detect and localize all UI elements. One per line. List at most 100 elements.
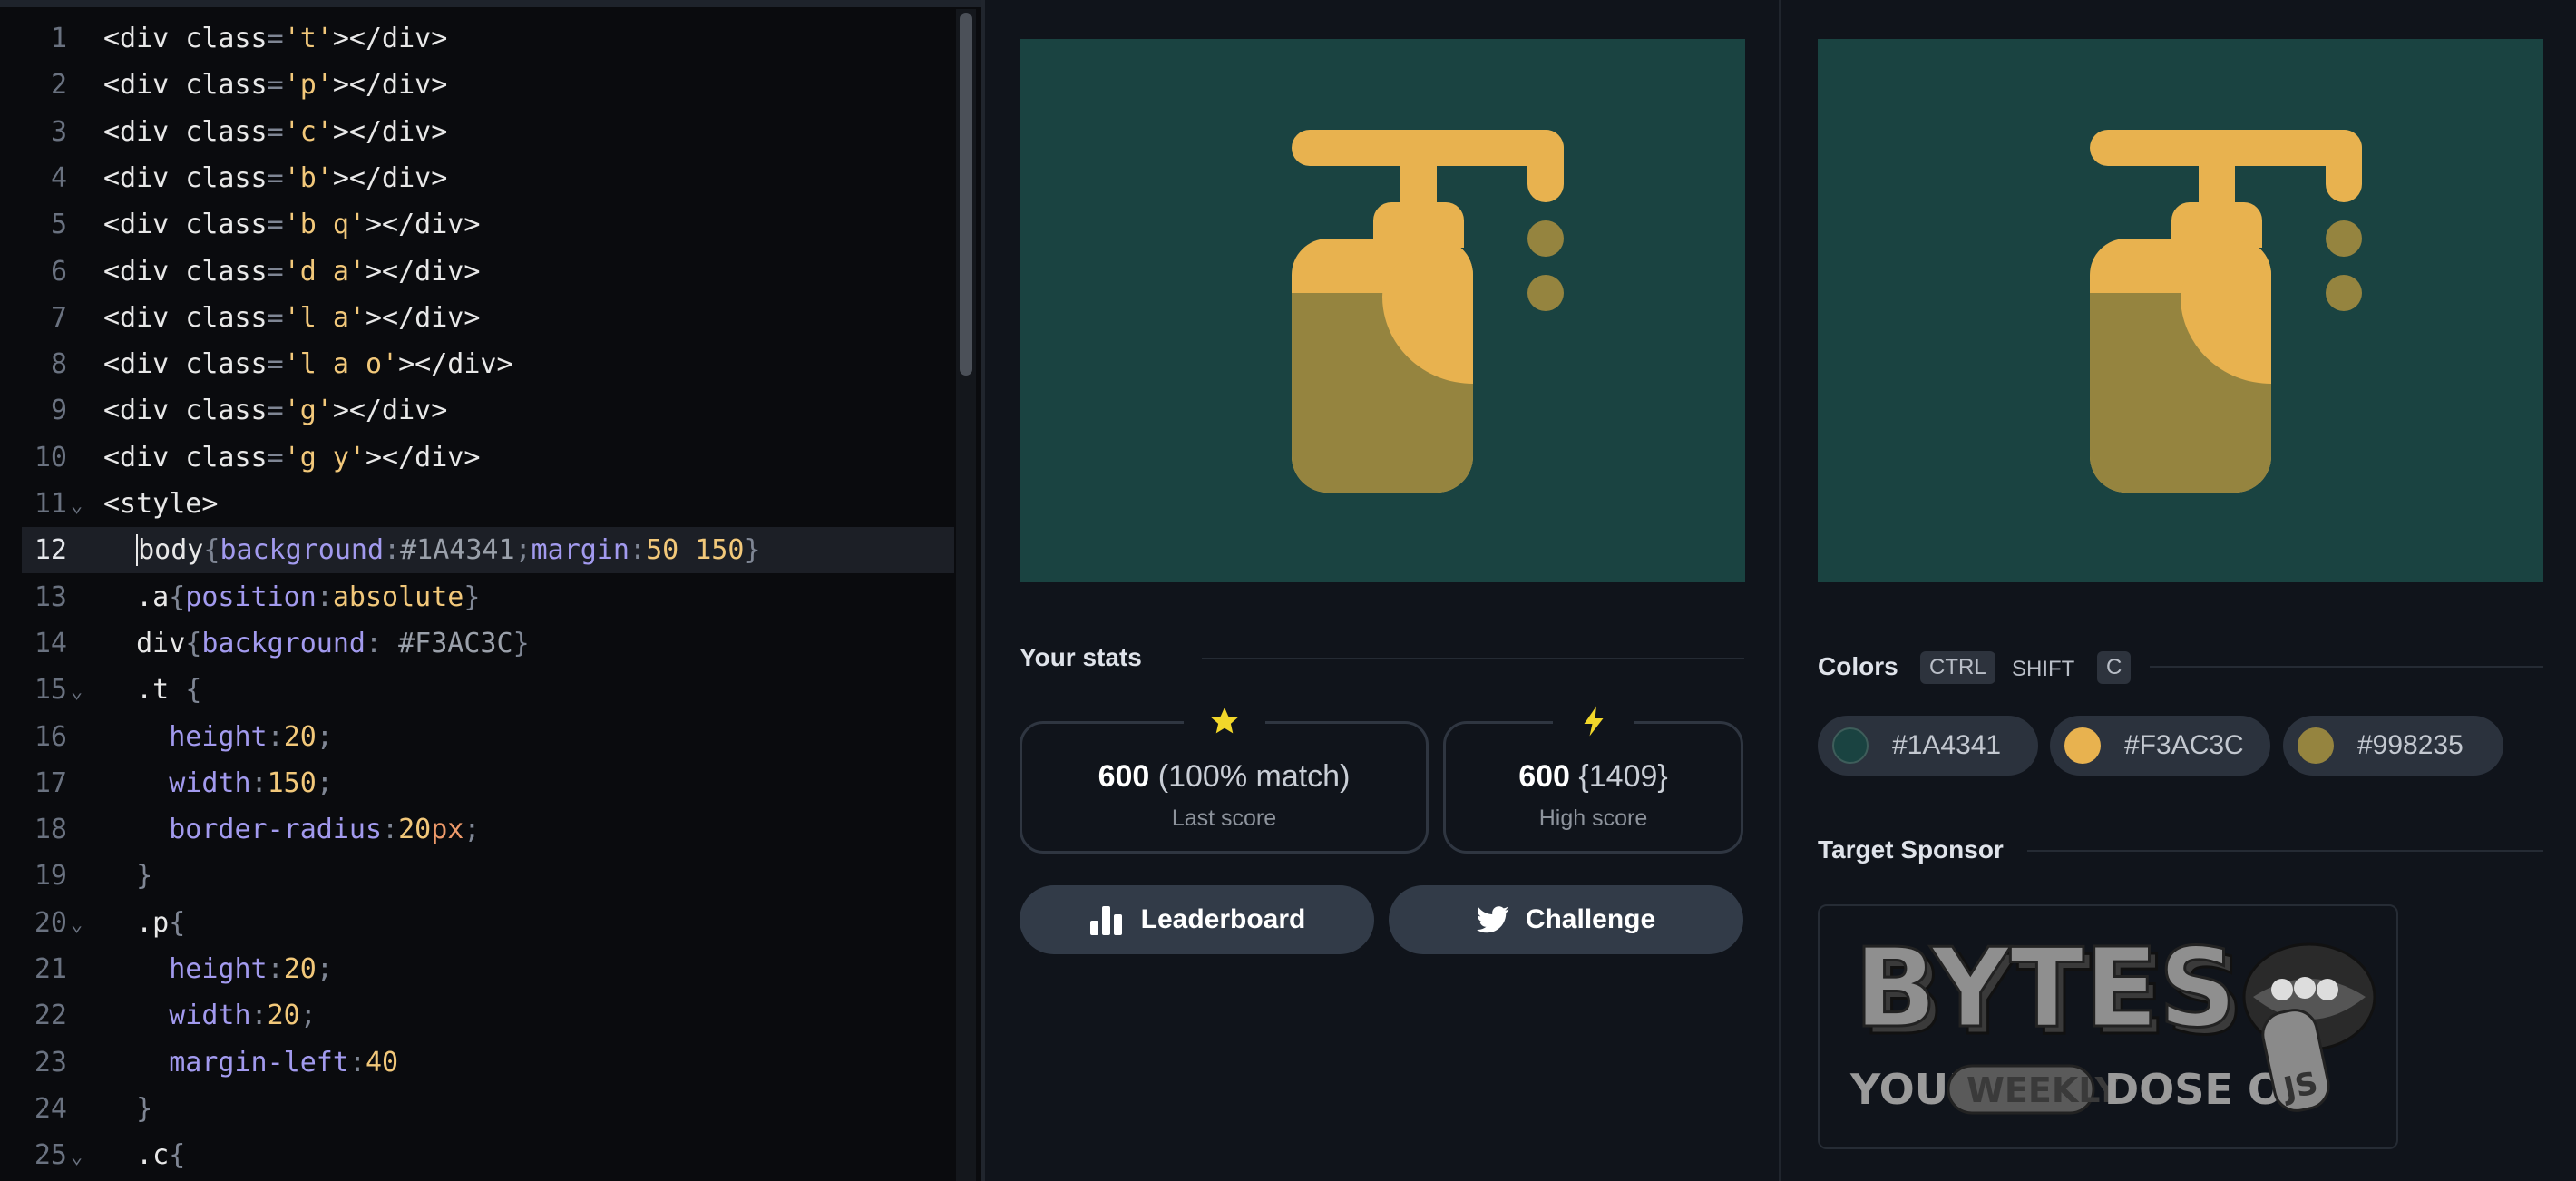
line-code: <div class='l a o'></div>: [103, 341, 513, 387]
line-code: <div class='g y'></div>: [103, 434, 480, 481]
code-token: =: [267, 161, 284, 194]
code-line[interactable]: 15 ⌄ .t {: [22, 667, 954, 713]
fold-chevron-icon[interactable]: ⌄: [71, 483, 83, 529]
code-token: ></div>: [398, 348, 513, 381]
line-number: 25: [34, 1139, 67, 1172]
code-line[interactable]: 18 border-radius:20px;: [22, 806, 954, 853]
fold-chevron-icon[interactable]: ⌄: [71, 669, 83, 715]
line-number: 19: [34, 860, 67, 893]
code-token: =: [267, 348, 284, 381]
code-line[interactable]: 6 <div class='d a'></div>: [22, 249, 954, 295]
code-token: 40: [366, 1046, 399, 1079]
code-line[interactable]: 23 margin-left:40: [22, 1039, 954, 1086]
bytes-logo: BYTES BYTES YOUR WEEKLY DOSE OF JS: [1849, 925, 2376, 1115]
code-line[interactable]: 19 }: [22, 853, 954, 899]
star-icon: [1183, 698, 1265, 744]
code-token: <div: [103, 348, 186, 381]
fold-chevron-icon[interactable]: ⌄: [71, 1134, 83, 1180]
high-score-value: 600 {1409}: [1446, 756, 1741, 796]
leaderboard-label: Leaderboard: [1140, 904, 1306, 934]
code-token: 'l a o': [283, 348, 399, 381]
code-token: 't': [283, 23, 333, 54]
code-token: :: [382, 814, 399, 846]
editor-scrollbar[interactable]: [956, 9, 976, 1181]
code-line[interactable]: 17 width:150;: [22, 760, 954, 806]
line-code: <div class='b'></div>: [103, 155, 447, 201]
code-token: =: [267, 115, 284, 148]
editor-divider[interactable]: [981, 0, 985, 1181]
code-token: =: [267, 69, 284, 102]
color-chip[interactable]: #1A4341: [1818, 716, 2038, 776]
high-score-detail: {1409}: [1578, 759, 1668, 794]
code-token: 'b q': [283, 209, 366, 241]
sponsor-banner[interactable]: BYTES BYTES YOUR WEEKLY DOSE OF JS: [1818, 904, 2398, 1149]
code-token: {: [203, 534, 220, 567]
code-token: ;: [514, 534, 532, 567]
code-token: position: [185, 581, 317, 613]
output-preview[interactable]: [1020, 39, 1745, 582]
line-number: 20: [34, 906, 67, 939]
code-editor[interactable]: 1 <div class='t'></div> 2 <div class='p'></…: [0, 0, 981, 1181]
code-line[interactable]: 22 width:20;: [22, 992, 954, 1039]
code-line[interactable]: 10 <div class='g y'></div>: [22, 434, 954, 481]
code-line[interactable]: 20 ⌄ .p{: [22, 900, 954, 946]
code-line[interactable]: 3 <div class='c'></div>: [22, 109, 954, 155]
code-token: }: [512, 627, 530, 659]
code-line[interactable]: 13 .a{position:absolute}: [22, 574, 954, 620]
line-code: <div class='c'></div>: [103, 109, 447, 155]
code-line[interactable]: 11 ⌄ <style>: [22, 481, 954, 527]
code-token: ></div>: [366, 209, 481, 241]
code-line[interactable]: 4 <div class='b'></div>: [22, 155, 954, 201]
code-line[interactable]: 2 <div class='p'></div>: [22, 62, 954, 108]
color-chip[interactable]: #998235: [2283, 716, 2503, 776]
code-line[interactable]: 21 height:20;: [22, 946, 954, 992]
line-code: width:150;: [103, 760, 333, 806]
last-score-number: 600: [1098, 759, 1150, 794]
fold-chevron-icon[interactable]: ⌄: [71, 902, 83, 948]
code-token: {: [185, 627, 202, 659]
line-code: <div class='l a'></div>: [103, 295, 480, 341]
drop-2: [2326, 275, 2362, 311]
code-token: class: [185, 441, 268, 473]
code-token: }: [136, 860, 153, 893]
color-chip[interactable]: #F3AC3C: [2050, 716, 2270, 776]
color-swatch: [2298, 727, 2334, 764]
high-score-number: 600: [1518, 759, 1570, 794]
code-line[interactable]: 16 height:20;: [22, 714, 954, 760]
line-code: border-radius:20px;: [103, 806, 480, 853]
code-token: =: [267, 23, 284, 54]
last-score-value: 600 (100% match): [1022, 756, 1426, 796]
code-token: ></div>: [332, 115, 448, 148]
code-token: 'g y': [283, 441, 366, 473]
code-line[interactable]: 14 div{background: #F3AC3C}: [22, 620, 954, 667]
code-line[interactable]: 7 <div class='l a'></div>: [22, 295, 954, 341]
code-line[interactable]: 5 <div class='b q'></div>: [22, 201, 954, 248]
line-code: }: [103, 853, 152, 899]
code-line[interactable]: 12 body{background:#1A4341;margin:50 150…: [22, 527, 954, 574]
line-code: .p{: [103, 900, 185, 946]
code-token: ></div>: [332, 23, 448, 54]
code-line[interactable]: 25 ⌄ .c{: [22, 1132, 954, 1178]
challenge-button[interactable]: Challenge: [1389, 885, 1743, 954]
code-token: height: [169, 953, 268, 985]
code-line[interactable]: 24 }: [22, 1086, 954, 1132]
code-token: :: [316, 581, 333, 613]
shift-key: SHIFT: [2012, 657, 2075, 681]
code-token: :: [250, 1000, 268, 1032]
code-token: body: [138, 534, 204, 567]
code-token: =: [267, 441, 284, 473]
scrollbar-thumb[interactable]: [960, 13, 972, 376]
code-token: absolute: [332, 581, 464, 613]
code-line[interactable]: 9 <div class='g'></div>: [22, 387, 954, 434]
code-line[interactable]: 8 <div class='l a o'></div>: [22, 341, 954, 387]
leaderboard-button[interactable]: Leaderboard: [1020, 885, 1374, 954]
ctrl-key: CTRL: [1920, 651, 1995, 684]
colors-rule: [2150, 666, 2543, 668]
code-line[interactable]: 1 <div class='t'></div>: [22, 15, 954, 62]
last-score-detail: (100% match): [1157, 759, 1351, 794]
code-token: {: [169, 1139, 186, 1172]
line-number: 9: [50, 395, 67, 427]
